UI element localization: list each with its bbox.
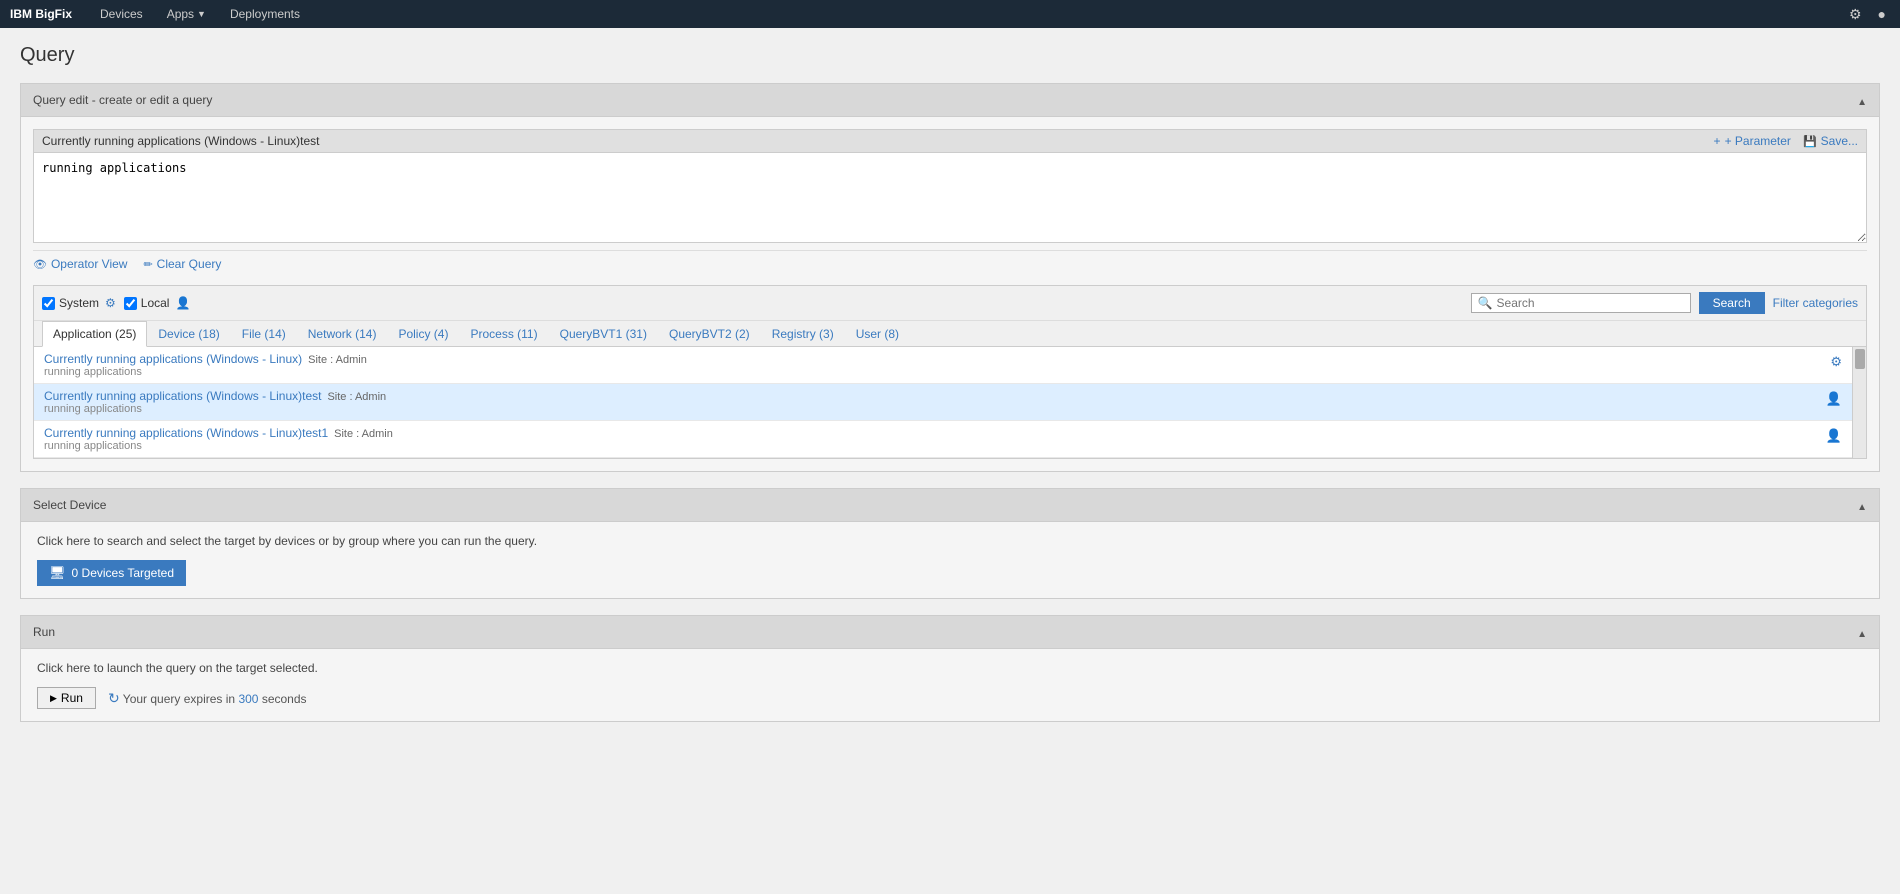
query-edit-section: Query edit - create or edit a query Curr… xyxy=(20,83,1880,472)
run-row: ▶ Run Your query expires in 300 seconds xyxy=(37,687,1863,709)
tab-3[interactable]: Network (14) xyxy=(297,321,388,346)
select-device-section: Select Device Click here to search and s… xyxy=(20,488,1880,599)
tab-9[interactable]: User (8) xyxy=(845,321,910,346)
operator-view-button[interactable]: Operator View xyxy=(33,257,127,271)
page-content: Query Query edit - create or edit a quer… xyxy=(0,28,1900,754)
tab-0[interactable]: Application (25) xyxy=(42,321,147,347)
devices-targeted-button[interactable]: 🖥 0 Devices Targeted xyxy=(37,560,186,586)
query-item-system-icon-0: ⚙ xyxy=(1830,354,1842,370)
local-user-icon: 👤 xyxy=(175,296,190,310)
local-label: Local xyxy=(141,296,170,310)
run-button[interactable]: ▶ Run xyxy=(37,687,96,709)
query-search-input-wrap: 🔍 xyxy=(1471,293,1691,313)
query-editor-title: Currently running applications (Windows … xyxy=(42,134,319,148)
clear-query-button[interactable]: Clear Query xyxy=(143,257,221,271)
parameter-button[interactable]: + Parameter xyxy=(1714,134,1791,148)
query-list-item-0[interactable]: Currently running applications (Windows … xyxy=(34,347,1852,384)
select-device-collapse-btn[interactable] xyxy=(1857,497,1867,513)
tab-2[interactable]: File (14) xyxy=(231,321,297,346)
run-section-collapse-btn[interactable] xyxy=(1857,624,1867,640)
tab-6[interactable]: QueryBVT1 (31) xyxy=(549,321,658,346)
run-section: Run Click here to launch the query on th… xyxy=(20,615,1880,722)
tab-8[interactable]: Registry (3) xyxy=(761,321,845,346)
query-item-site-2: Site : Admin xyxy=(334,428,393,440)
tab-1[interactable]: Device (18) xyxy=(147,321,230,346)
nav-deployments[interactable]: Deployments xyxy=(218,0,312,28)
tab-7[interactable]: QueryBVT2 (2) xyxy=(658,321,761,346)
top-navigation: IBM BigFix Devices Apps ▼ Deployments ⚙ … xyxy=(0,0,1900,28)
run-arrow-icon: ▶ xyxy=(50,693,57,704)
query-item-title-0: Currently running applications (Windows … xyxy=(44,352,302,366)
brand-name: IBM BigFix xyxy=(10,7,72,21)
local-checkbox-label[interactable]: Local 👤 xyxy=(124,296,191,310)
select-device-description: Click here to search and select the targ… xyxy=(37,534,1863,548)
query-title-row: Currently running applications (Windows … xyxy=(33,129,1867,153)
save-button[interactable]: Save... xyxy=(1803,134,1858,148)
query-edit-collapse-btn[interactable] xyxy=(1857,92,1867,108)
query-search-input[interactable] xyxy=(1497,296,1684,310)
query-edit-header-label: Query edit - create or edit a query xyxy=(33,93,212,107)
query-edit-body: Currently running applications (Windows … xyxy=(21,117,1879,471)
system-icon: ⚙ xyxy=(105,296,116,310)
query-toolbar: Operator View Clear Query xyxy=(33,250,1867,277)
query-list-scrollbar[interactable] xyxy=(1852,347,1866,458)
query-search-button[interactable]: Search xyxy=(1699,292,1765,314)
monitor-icon: 🖥 xyxy=(49,565,66,581)
query-list-panel: System ⚙ Local 👤 🔍 Search Filter categ xyxy=(33,285,1867,459)
query-item-desc-0: running applications xyxy=(44,366,367,378)
query-item-user-icon-2: 👤 xyxy=(1826,428,1842,444)
select-device-header-label: Select Device xyxy=(33,498,106,512)
save-icon xyxy=(1803,134,1817,148)
system-checkbox-label[interactable]: System ⚙ xyxy=(42,296,116,310)
run-description: Click here to launch the query on the ta… xyxy=(37,661,1863,675)
query-item-desc-1: running applications xyxy=(44,403,386,415)
tab-5[interactable]: Process (11) xyxy=(459,321,548,346)
user-icon[interactable]: ● xyxy=(1874,4,1890,24)
local-checkbox[interactable] xyxy=(124,297,137,310)
topnav-icons: ⚙ ● xyxy=(1845,4,1890,25)
system-label: System xyxy=(59,296,99,310)
query-list-search-row: System ⚙ Local 👤 🔍 Search Filter categ xyxy=(34,286,1866,321)
query-item-site-0: Site : Admin xyxy=(308,354,367,366)
query-item-desc-2: running applications xyxy=(44,440,393,452)
plus-icon xyxy=(1714,134,1721,148)
eye-icon xyxy=(33,257,47,271)
query-actions: + Parameter Save... xyxy=(1714,134,1858,148)
system-checkbox[interactable] xyxy=(42,297,55,310)
query-item-title-2: Currently running applications (Windows … xyxy=(44,426,328,440)
query-list-item-2[interactable]: Currently running applications (Windows … xyxy=(34,421,1852,458)
devices-targeted-label: 0 Devices Targeted xyxy=(72,566,175,580)
select-device-header: Select Device xyxy=(21,489,1879,522)
refresh-icon xyxy=(108,692,120,706)
query-textarea[interactable]: running applications xyxy=(33,153,1867,243)
select-device-body: Click here to search and select the targ… xyxy=(21,522,1879,598)
query-item-user-icon-1: 👤 xyxy=(1826,391,1842,407)
filter-categories-link[interactable]: Filter categories xyxy=(1773,296,1858,310)
run-section-body: Click here to launch the query on the ta… xyxy=(21,649,1879,721)
query-list: Currently running applications (Windows … xyxy=(34,347,1866,458)
run-expire-text: Your query expires in 300 seconds xyxy=(108,690,307,707)
edit-icon xyxy=(143,257,152,271)
query-item-title-1: Currently running applications (Windows … xyxy=(44,389,321,403)
tabs-row: Application (25)Device (18)File (14)Netw… xyxy=(34,321,1866,347)
expire-seconds: 300 xyxy=(238,692,258,706)
run-section-header: Run xyxy=(21,616,1879,649)
run-section-header-label: Run xyxy=(33,625,55,639)
settings-icon[interactable]: ⚙ xyxy=(1845,4,1866,25)
search-magnifier-icon: 🔍 xyxy=(1478,296,1493,310)
query-edit-header: Query edit - create or edit a query xyxy=(21,84,1879,117)
query-item-site-1: Site : Admin xyxy=(327,391,386,403)
apps-dropdown-arrow: ▼ xyxy=(197,9,206,19)
tab-4[interactable]: Policy (4) xyxy=(387,321,459,346)
page-title: Query xyxy=(20,44,1880,67)
nav-apps[interactable]: Apps ▼ xyxy=(155,0,218,28)
nav-devices[interactable]: Devices xyxy=(88,0,155,28)
query-list-item-1[interactable]: Currently running applications (Windows … xyxy=(34,384,1852,421)
